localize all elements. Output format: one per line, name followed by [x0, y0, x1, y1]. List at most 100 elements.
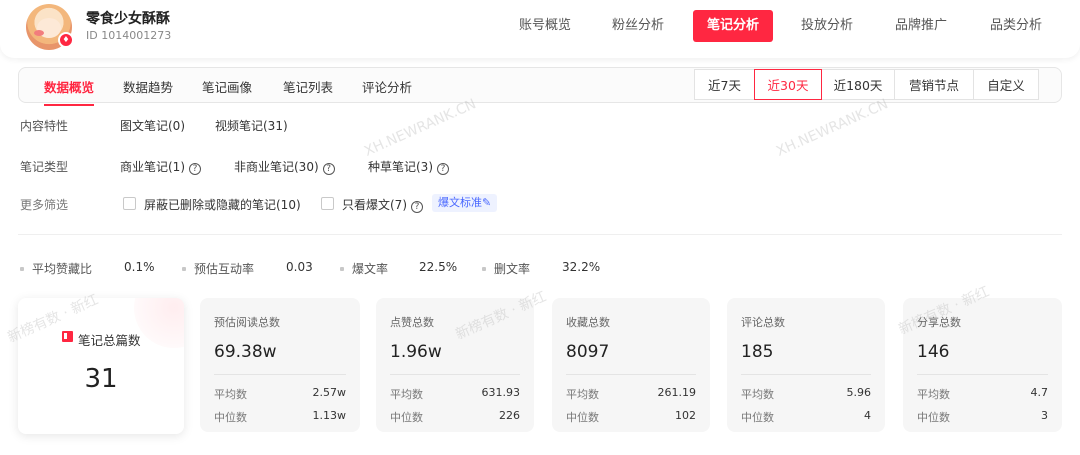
stat-card-comments: 评论总数 185 平均数 5.96 中位数 4: [727, 298, 885, 432]
nav-ads-analysis[interactable]: 投放分析: [801, 10, 853, 42]
stat-divider: [390, 374, 520, 375]
tab-note-list[interactable]: 笔记列表: [283, 77, 333, 96]
tab-data-overview[interactable]: 数据概览: [44, 77, 95, 106]
section-divider: [18, 234, 1062, 235]
stat-avg-label: 平均数: [214, 388, 247, 401]
stat-median-value: 3: [1041, 409, 1048, 422]
hide-deleted-label[interactable]: 屏蔽已删除或隐藏的笔记(10): [144, 196, 301, 213]
stat-avg-value: 631.93: [481, 386, 521, 399]
metric-value: 0.03: [286, 260, 313, 274]
stat-title: 点赞总数: [390, 316, 434, 329]
filter-seeding-label: 种草笔记(3): [368, 160, 433, 174]
platform-badge-icon: ♦: [58, 32, 74, 48]
tab-note-portrait[interactable]: 笔记画像: [202, 77, 252, 96]
stat-median-value: 102: [675, 409, 696, 422]
viral-standard-tag[interactable]: 爆文标准✎: [432, 194, 498, 212]
filter-more-label: 更多筛选: [20, 198, 69, 212]
bullet-icon: [182, 267, 186, 271]
app-header: ♦ 零食少女酥酥 ID 1014001273 账号概览 粉丝分析 笔记分析 投放…: [0, 0, 1080, 58]
stat-median-value: 1.13w: [312, 409, 347, 422]
stat-median-label: 中位数: [214, 411, 247, 424]
metric-avg-like-collect: 平均赞藏比 0.1%: [20, 260, 155, 277]
stat-title: 收藏总数: [566, 316, 610, 329]
bullet-icon: [482, 267, 486, 271]
stat-median-label: 中位数: [566, 411, 599, 424]
metric-value: 0.1%: [124, 260, 155, 274]
viral-only-checkbox[interactable]: [321, 197, 334, 210]
nav-account-overview[interactable]: 账号概览: [519, 10, 571, 42]
stat-median-value: 4: [864, 409, 871, 422]
stat-value: 69.38w: [214, 342, 277, 362]
range-custom[interactable]: 自定义: [973, 69, 1039, 100]
stat-divider: [741, 374, 871, 375]
metric-value: 22.5%: [419, 260, 458, 274]
help-icon[interactable]: ?: [411, 201, 423, 213]
note-book-icon: [62, 331, 73, 342]
bullet-icon: [340, 267, 344, 271]
total-notes-value: 31: [84, 364, 118, 394]
filter-commercial-label: 商业笔记(1): [120, 160, 185, 174]
metric-label: 预估互动率: [194, 262, 255, 276]
stat-avg-label: 平均数: [390, 388, 423, 401]
total-notes-label: 笔记总篇数: [78, 333, 141, 348]
tab-data-trend[interactable]: 数据趋势: [123, 77, 173, 96]
stat-divider: [214, 374, 346, 375]
watermark: XH.NEWRANK.CN: [361, 96, 479, 160]
watermark: XH.NEWRANK.CN: [773, 96, 891, 160]
bullet-icon: [20, 267, 24, 271]
metric-delete-rate: 删文率 32.2%: [482, 260, 600, 277]
stat-title: 预估阅读总数: [214, 316, 280, 329]
metric-label: 平均赞藏比: [32, 262, 93, 276]
metric-viral-rate: 爆文率 22.5%: [340, 260, 457, 277]
stat-avg-value: 2.57w: [312, 386, 347, 399]
filter-image-notes[interactable]: 图文笔记(0): [120, 117, 185, 134]
filter-noncommercial-notes[interactable]: 非商业笔记(30)?: [234, 158, 335, 175]
nav-category-analysis[interactable]: 品类分析: [990, 10, 1042, 42]
range-180-days[interactable]: 近180天: [821, 69, 895, 100]
stat-value: 1.96w: [390, 342, 442, 362]
stat-title: 评论总数: [741, 316, 785, 329]
filter-noncommercial-label: 非商业笔记(30): [234, 160, 319, 174]
metric-label: 爆文率: [352, 262, 389, 276]
filter-commercial-notes[interactable]: 商业笔记(1)?: [120, 158, 201, 175]
account-id: ID 1014001273: [86, 29, 172, 42]
account-name: 零食少女酥酥: [86, 11, 170, 27]
filter-seeding-notes[interactable]: 种草笔记(3)?: [368, 158, 449, 175]
range-30-days[interactable]: 近30天: [754, 69, 822, 100]
help-icon[interactable]: ?: [437, 163, 449, 175]
stat-avg-value: 261.19: [657, 386, 697, 399]
tab-comment-analysis[interactable]: 评论分析: [362, 77, 412, 96]
stat-avg-value: 4.7: [1030, 386, 1049, 399]
range-marketing-nodes[interactable]: 营销节点: [894, 69, 974, 100]
stat-avg-label: 平均数: [741, 388, 774, 401]
filter-video-notes[interactable]: 视频笔记(31): [215, 117, 288, 134]
hide-deleted-checkbox[interactable]: [123, 197, 136, 210]
stat-avg-value: 5.96: [846, 386, 872, 399]
avatar[interactable]: ♦: [26, 4, 74, 50]
stat-value: 146: [917, 342, 950, 362]
help-icon[interactable]: ?: [189, 163, 201, 175]
stat-divider: [917, 374, 1048, 375]
stat-value: 185: [741, 342, 774, 362]
nav-fans-analysis[interactable]: 粉丝分析: [612, 10, 664, 42]
metric-est-interaction: 预估互动率 0.03: [182, 260, 313, 277]
help-icon[interactable]: ?: [322, 163, 335, 175]
stat-median-label: 中位数: [390, 411, 423, 424]
stat-value: 8097: [566, 342, 610, 362]
metric-value: 32.2%: [562, 260, 601, 274]
stat-median-label: 中位数: [917, 411, 950, 424]
stat-card-reads: 预估阅读总数 69.38w 平均数 2.57w 中位数 1.13w: [200, 298, 360, 432]
viral-only-option[interactable]: 只看爆文(7)?: [342, 196, 423, 213]
filter-content-label: 内容特性: [20, 119, 69, 133]
stat-avg-label: 平均数: [917, 388, 950, 401]
stat-divider: [566, 374, 696, 375]
stat-card-likes: 点赞总数 1.96w 平均数 631.93 中位数 226: [376, 298, 534, 432]
stat-median-value: 226: [499, 409, 520, 422]
stat-card-collects: 收藏总数 8097 平均数 261.19 中位数 102: [552, 298, 710, 432]
nav-brand-promotion[interactable]: 品牌推广: [895, 10, 947, 42]
avatar-cheek: [34, 30, 44, 36]
metric-label: 删文率: [494, 262, 531, 276]
range-7-days[interactable]: 近7天: [694, 69, 755, 100]
nav-note-analysis[interactable]: 笔记分析: [693, 10, 774, 42]
stat-title: 分享总数: [917, 316, 961, 329]
